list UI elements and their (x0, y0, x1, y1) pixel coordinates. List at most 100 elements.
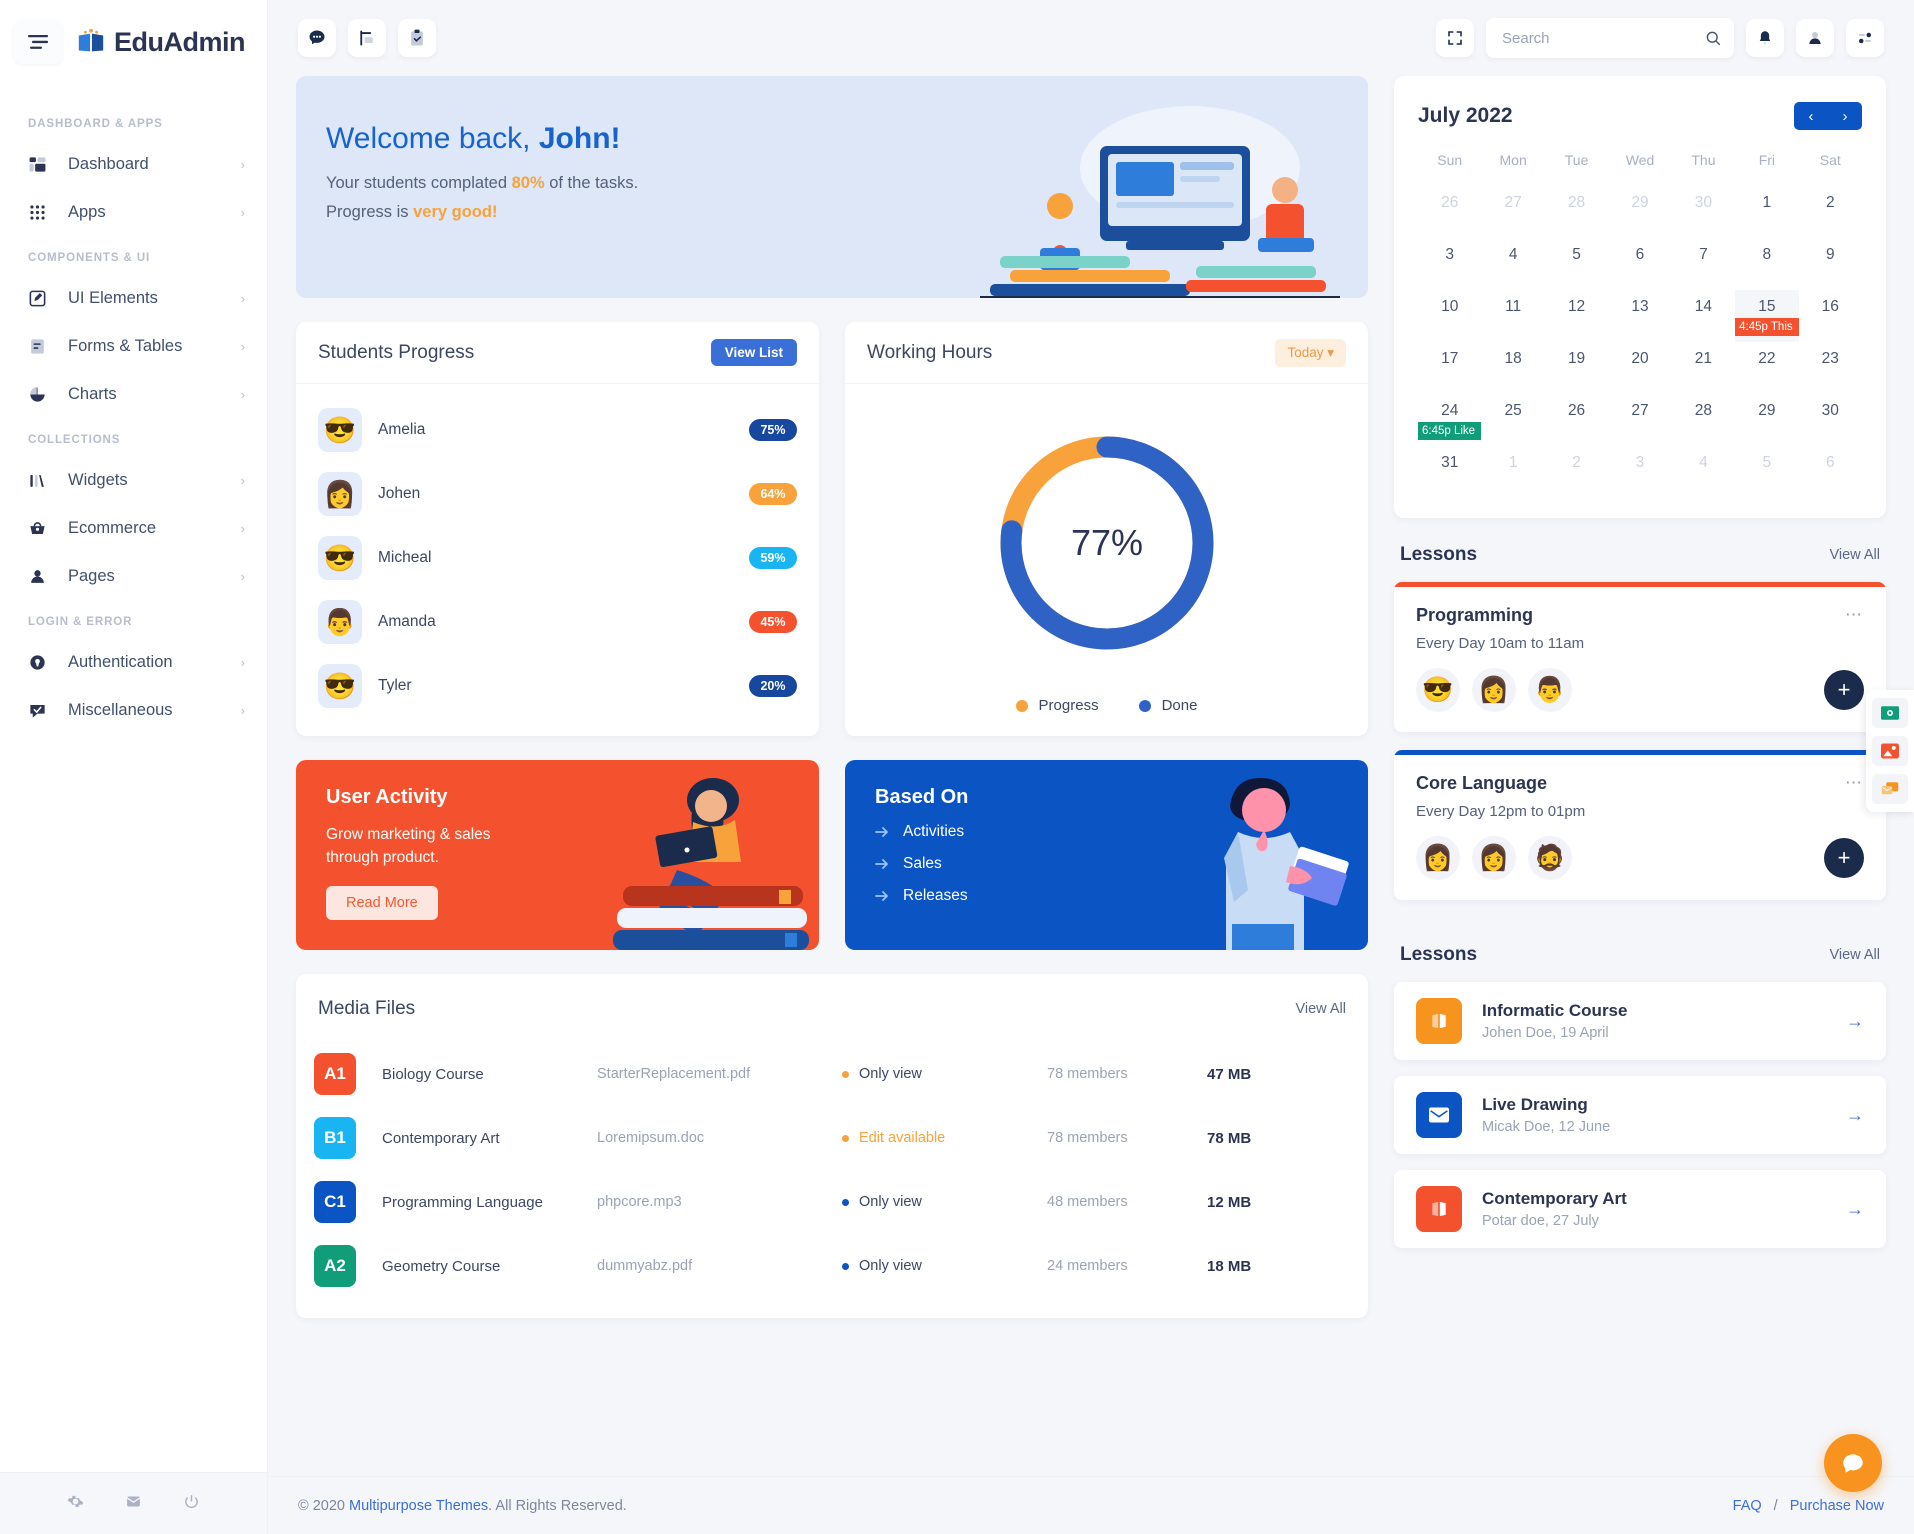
calendar-day-cell[interactable]: 29 (1608, 186, 1671, 238)
calendar-day-cell[interactable]: 19 (1545, 342, 1608, 394)
calendar-day-cell[interactable]: 11 (1481, 290, 1544, 342)
sidebar-item-apps[interactable]: Apps › (0, 188, 267, 236)
calendar-day-cell[interactable]: 17 (1418, 342, 1481, 394)
calendar-day-cell[interactable]: 29 (1735, 394, 1798, 446)
lesson-list-item[interactable]: Live Drawing Micak Doe, 12 June → (1394, 1076, 1886, 1154)
working-hours-legend: Progress Done (845, 697, 1368, 736)
add-member-button[interactable]: + (1824, 670, 1864, 710)
money-tool-button[interactable] (1872, 698, 1908, 728)
media-file-row[interactable]: B1 Contemporary Art Loremipsum.doc Edit ava… (314, 1106, 1350, 1170)
settings-sliders-button[interactable] (1846, 19, 1884, 57)
brand-logo-link[interactable]: EduAdmin (76, 27, 245, 58)
arrow-right-icon[interactable]: → (1846, 1011, 1864, 1032)
image-tool-button[interactable] (1872, 736, 1908, 766)
lesson-list-item[interactable]: Informatic Course Johen Doe, 19 April → (1394, 982, 1886, 1060)
notifications-button[interactable] (1746, 19, 1784, 57)
topbar-clipboard-button[interactable] (398, 19, 436, 57)
user-profile-button[interactable] (1796, 19, 1834, 57)
sidebar-item-pages[interactable]: Pages › (0, 552, 267, 600)
calendar-day-cell[interactable]: 22 (1735, 342, 1798, 394)
arrow-right-icon[interactable]: → (1846, 1105, 1864, 1126)
calendar-day-cell[interactable]: 20 (1608, 342, 1671, 394)
sidebar-item-forms-tables[interactable]: Forms & Tables › (0, 322, 267, 370)
calendar-day-cell[interactable]: 2 (1799, 186, 1862, 238)
chat-fab-button[interactable] (1824, 1434, 1882, 1492)
calendar-day-cell[interactable]: 13 (1608, 290, 1671, 342)
calendar-day-cell[interactable]: 16 (1799, 290, 1862, 342)
view-list-button[interactable]: View List (710, 339, 797, 366)
sidebar-item-ecommerce[interactable]: Ecommerce › (0, 504, 267, 552)
working-hours-filter-dropdown[interactable]: Today ▾ (1275, 338, 1346, 367)
calendar-day-cell[interactable]: 30 (1672, 186, 1735, 238)
calendar-day-cell[interactable]: 30 (1799, 394, 1862, 446)
media-file-row[interactable]: A1 Biology Course StarterReplacement.pdf On… (314, 1042, 1350, 1106)
calendar-day-cell[interactable]: 3 (1418, 238, 1481, 290)
calendar-event-chip[interactable]: 6:45p Like (1418, 422, 1482, 440)
calendar-day-cell[interactable]: 10 (1418, 290, 1481, 342)
search-box[interactable] (1486, 18, 1734, 58)
media-file-row[interactable]: C1 Programming Language phpcore.mp3 Only vi… (314, 1170, 1350, 1234)
calendar-prev-button[interactable]: ‹ (1794, 102, 1828, 130)
sidebar-item-charts[interactable]: Charts › (0, 370, 267, 418)
search-icon[interactable] (1704, 29, 1722, 47)
calendar-day-cell[interactable]: 26 (1418, 186, 1481, 238)
calendar-day-cell[interactable]: 8 (1735, 238, 1798, 290)
calendar-day-cell[interactable]: 28 (1672, 394, 1735, 446)
calendar-day-cell[interactable]: 25 (1481, 394, 1544, 446)
lessons-cards-view-all[interactable]: View All (1829, 547, 1880, 563)
search-input[interactable] (1502, 29, 1704, 47)
calendar-day-cell[interactable]: 23 (1799, 342, 1862, 394)
calendar-day-cell[interactable]: 4 (1481, 238, 1544, 290)
calendar-day-cell[interactable]: 21 (1672, 342, 1735, 394)
calendar-day-cell[interactable]: 26 (1545, 394, 1608, 446)
calendar-day-cell[interactable]: 6 (1608, 238, 1671, 290)
footer-brand-link[interactable]: Multipurpose Themes (349, 1498, 488, 1514)
calendar-day-cell[interactable]: 6 (1799, 446, 1862, 498)
fullscreen-button[interactable] (1436, 19, 1474, 57)
calendar-day-cell[interactable]: 14 (1672, 290, 1735, 342)
arrow-right-icon[interactable]: → (1846, 1199, 1864, 1220)
calendar-day-cell[interactable]: 5 (1545, 238, 1608, 290)
lessons-list-view-all[interactable]: View All (1829, 947, 1880, 963)
sidebar-item-ui-elements[interactable]: UI Elements › (0, 274, 267, 322)
calendar-event-chip[interactable]: 4:45p This (1735, 318, 1799, 336)
calendar-day-cell[interactable]: 1 (1481, 446, 1544, 498)
calendar-day-cell[interactable]: 24 6:45p Like (1418, 394, 1482, 446)
add-member-button[interactable]: + (1824, 838, 1864, 878)
topbar-chat-button[interactable] (298, 19, 336, 57)
calendar-day-cell[interactable]: 4 (1672, 446, 1735, 498)
calendar-next-button[interactable]: › (1828, 102, 1862, 130)
sidebar-item-miscellaneous[interactable]: Miscellaneous › (0, 686, 267, 734)
sidebar-item-dashboard[interactable]: Dashboard › (0, 140, 267, 188)
calendar-day-cell[interactable]: 1 (1735, 186, 1798, 238)
calendar-day-cell[interactable]: 7 (1672, 238, 1735, 290)
calendar-day-cell[interactable]: 28 (1545, 186, 1608, 238)
sidebar-item-authentication[interactable]: Authentication › (0, 638, 267, 686)
sidebar-toggle-button[interactable] (14, 20, 62, 64)
calendar-day-cell[interactable]: 5 (1735, 446, 1798, 498)
calendar-day-cell[interactable]: 27 (1608, 394, 1671, 446)
calendar-day-cell[interactable]: 2 (1545, 446, 1608, 498)
sidebar-item-widgets[interactable]: Widgets › (0, 456, 267, 504)
footer-purchase-link[interactable]: Purchase Now (1790, 1498, 1884, 1514)
footer-faq-link[interactable]: FAQ (1733, 1498, 1762, 1514)
read-more-button[interactable]: Read More (326, 885, 438, 920)
calendar-day-cell[interactable]: 12 (1545, 290, 1608, 342)
media-files-view-all[interactable]: View All (1295, 1001, 1346, 1017)
topbar-taskboard-button[interactable] (348, 19, 386, 57)
more-dots-icon[interactable]: ⋯ (1845, 605, 1864, 625)
mail-icon[interactable] (125, 1493, 142, 1515)
lesson-list-item[interactable]: Contemporary Art Potar doe, 27 July → (1394, 1170, 1886, 1248)
calendar-day-cell[interactable]: 9 (1799, 238, 1862, 290)
calendar-day-cell[interactable]: 31 (1418, 446, 1481, 498)
power-icon[interactable] (183, 1493, 200, 1515)
calendar-day-cell[interactable]: 15 4:45p This (1735, 290, 1799, 342)
calendar-day-cell[interactable]: 27 (1481, 186, 1544, 238)
calendar-day-cell[interactable]: 3 (1608, 446, 1671, 498)
chat-tool-button[interactable] (1872, 774, 1908, 804)
arrow-right-icon (875, 891, 889, 901)
media-file-row[interactable]: A2 Geometry Course dummyabz.pdf Only view 24… (314, 1234, 1350, 1298)
calendar-day-cell[interactable]: 18 (1481, 342, 1544, 394)
more-dots-icon[interactable]: ⋯ (1845, 773, 1864, 793)
gear-icon[interactable] (67, 1493, 84, 1515)
